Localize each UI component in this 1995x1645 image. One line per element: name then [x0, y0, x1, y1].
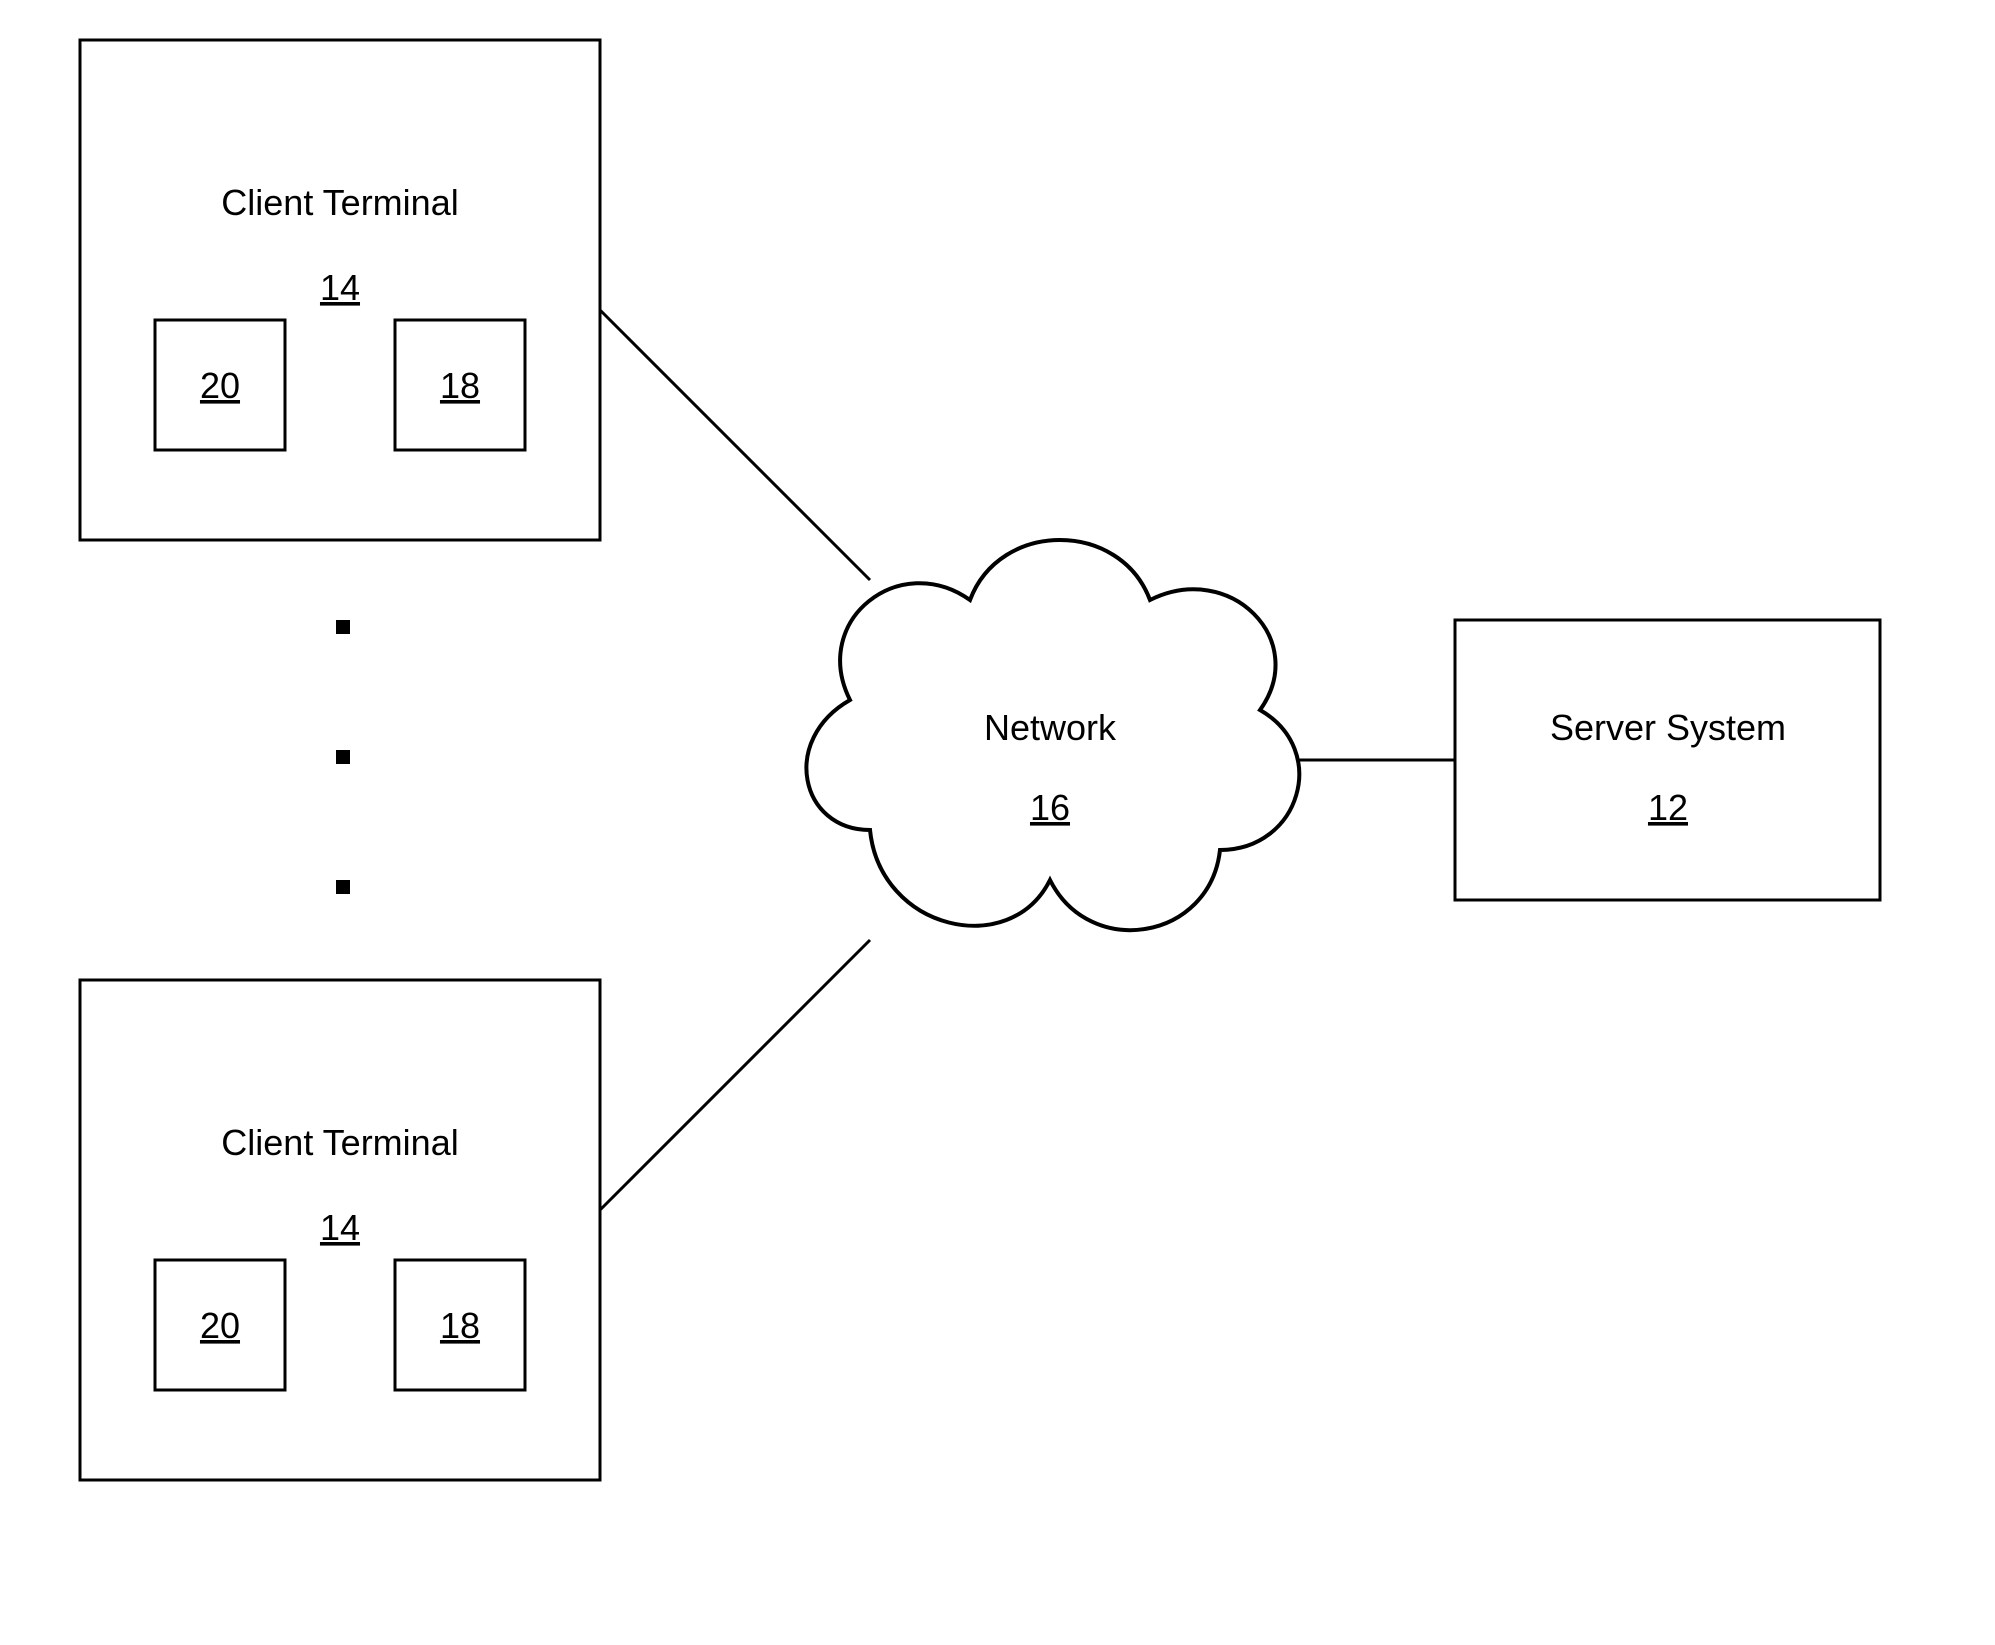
client-terminal-1-sub1: 20: [200, 365, 240, 406]
server-ref: 12: [1648, 787, 1688, 828]
network-ref: 16: [1030, 787, 1070, 828]
client-terminal-2-ref: 14: [320, 1207, 360, 1248]
client-terminal-2-sub2: 18: [440, 1305, 480, 1346]
network-cloud: Network 16: [806, 540, 1299, 930]
client-terminal-1-title: Client Terminal: [221, 182, 458, 223]
link-client2-network: [600, 940, 870, 1210]
server-title: Server System: [1550, 707, 1786, 748]
client-terminal-1-sub2: 18: [440, 365, 480, 406]
link-client1-network: [600, 310, 870, 580]
server-system: Server System 12: [1455, 620, 1880, 900]
network-title: Network: [984, 707, 1117, 748]
client-terminal-2-title: Client Terminal: [221, 1122, 458, 1163]
client-terminal-2-sub1: 20: [200, 1305, 240, 1346]
vertical-ellipsis: [336, 620, 350, 894]
client-terminal-1-ref: 14: [320, 267, 360, 308]
client-terminal-1: Client Terminal 14 20 18: [80, 40, 600, 540]
client-terminal-2: Client Terminal 14 20 18: [80, 980, 600, 1480]
network-diagram: Client Terminal 14 20 18 Client Terminal…: [0, 0, 1995, 1645]
